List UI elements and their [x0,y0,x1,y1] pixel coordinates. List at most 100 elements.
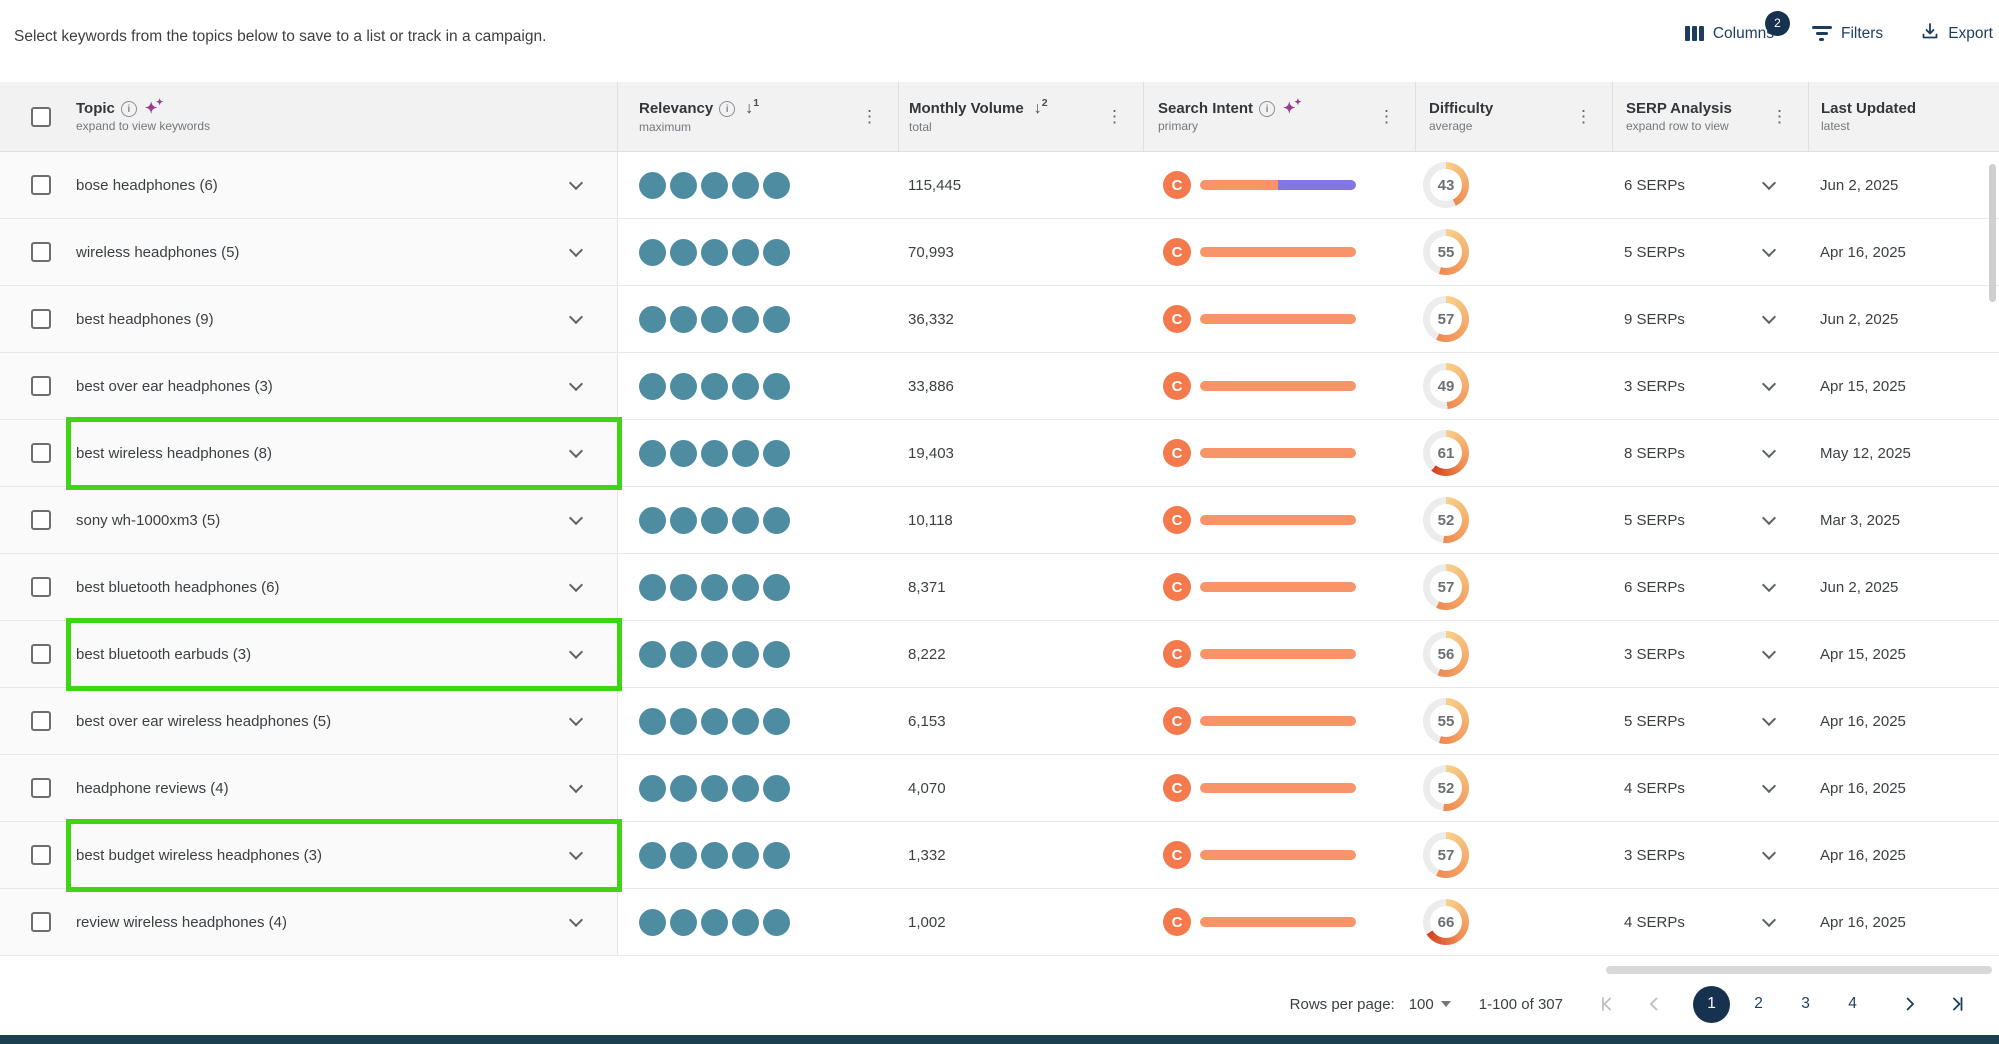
topic-cell[interactable]: best budget wireless headphones (3) [64,822,617,888]
expand-chevron-down-icon[interactable] [1762,577,1776,591]
row-checkbox[interactable] [31,711,51,731]
row-checkbox[interactable] [31,845,51,865]
last-page-button[interactable] [1949,995,1967,1013]
table-row: review wireless headphones (4) 1,002 C 6… [0,889,1999,956]
serp-analysis-cell[interactable]: 5 SERPs [1612,219,1808,285]
expand-chevron-down-icon[interactable] [1762,242,1776,256]
serp-analysis-cell[interactable]: 5 SERPs [1612,688,1808,754]
row-checkbox[interactable] [31,309,51,329]
next-page-button[interactable] [1901,995,1919,1013]
info-icon[interactable]: i [1259,101,1275,117]
expand-chevron-down-icon[interactable] [1762,175,1776,189]
sort-indicator-desc[interactable]: ↓2 [1034,100,1048,118]
serp-analysis-cell[interactable]: 3 SERPs [1612,353,1808,419]
row-checkbox[interactable] [31,510,51,530]
expand-chevron-down-icon[interactable] [1762,644,1776,658]
topic-cell[interactable]: wireless headphones (5) [64,219,617,285]
column-header-relevancy[interactable]: Relevancy i ↓1 maximum ⋮ [617,82,898,151]
column-header-difficulty[interactable]: Difficulty average ⋮ [1415,82,1612,151]
row-checkbox[interactable] [31,175,51,195]
row-checkbox[interactable] [31,443,51,463]
expand-chevron-down-icon[interactable] [569,644,583,658]
info-icon[interactable]: i [719,101,735,117]
row-checkbox[interactable] [31,242,51,262]
topic-cell[interactable]: headphone reviews (4) [64,755,617,821]
relevancy-cell [617,286,898,352]
row-checkbox[interactable] [31,577,51,597]
serp-analysis-cell[interactable]: 6 SERPs [1612,152,1808,218]
expand-chevron-down-icon[interactable] [569,175,583,189]
expand-chevron-down-icon[interactable] [1762,711,1776,725]
page-4-button[interactable]: 4 [1834,986,1871,1023]
page-3-button[interactable]: 3 [1787,986,1824,1023]
serp-analysis-cell[interactable]: 5 SERPs [1612,487,1808,553]
row-checkbox[interactable] [31,376,51,396]
row-checkbox[interactable] [31,644,51,664]
expand-chevron-down-icon[interactable] [569,510,583,524]
column-header-last-updated[interactable]: Last Updated latest [1808,82,1999,151]
first-page-button[interactable] [1597,995,1615,1013]
column-header-serp-analysis[interactable]: SERP Analysis expand row to view ⋮ [1612,82,1808,151]
serp-analysis-cell[interactable]: 8 SERPs [1612,420,1808,486]
topic-cell[interactable]: best bluetooth earbuds (3) [64,621,617,687]
expand-chevron-down-icon[interactable] [569,577,583,591]
expand-chevron-down-icon[interactable] [1762,443,1776,457]
expand-chevron-down-icon[interactable] [1762,912,1776,926]
topic-cell[interactable]: bose headphones (6) [64,152,617,218]
expand-chevron-down-icon[interactable] [569,309,583,323]
serp-analysis-cell[interactable]: 3 SERPs [1612,621,1808,687]
horizontal-scrollbar[interactable] [1606,966,1992,974]
page-1-button[interactable]: 1 [1693,986,1730,1023]
topic-cell[interactable]: best wireless headphones (8) [64,420,617,486]
page-2-button[interactable]: 2 [1740,986,1777,1023]
serp-analysis-cell[interactable]: 9 SERPs [1612,286,1808,352]
expand-chevron-down-icon[interactable] [569,443,583,457]
expand-chevron-down-icon[interactable] [1762,309,1776,323]
column-menu-kebab-icon[interactable]: ⋮ [1575,108,1592,125]
topic-cell[interactable]: best bluetooth headphones (6) [64,554,617,620]
topic-label: best bluetooth earbuds (3) [76,646,251,663]
column-menu-kebab-icon[interactable]: ⋮ [861,108,878,125]
info-icon[interactable]: i [121,101,137,117]
expand-chevron-down-icon[interactable] [1762,376,1776,390]
intent-distribution-bar [1200,917,1356,927]
sort-indicator-desc[interactable]: ↓1 [745,100,759,118]
expand-chevron-down-icon[interactable] [569,912,583,926]
expand-chevron-down-icon[interactable] [569,845,583,859]
column-header-monthly-volume[interactable]: Monthly Volume ↓2 total ⋮ [898,82,1143,151]
row-checkbox[interactable] [31,778,51,798]
serp-analysis-cell[interactable]: 4 SERPs [1612,889,1808,955]
expand-chevron-down-icon[interactable] [569,376,583,390]
column-menu-kebab-icon[interactable]: ⋮ [1771,108,1788,125]
expand-chevron-down-icon[interactable] [569,711,583,725]
difficulty-value: 43 [1430,169,1462,201]
export-button[interactable]: Export [1921,22,1993,45]
serp-analysis-cell[interactable]: 4 SERPs [1612,755,1808,821]
expand-chevron-down-icon[interactable] [1762,510,1776,524]
serp-analysis-cell[interactable]: 6 SERPs [1612,554,1808,620]
serp-count-label: 9 SERPs [1624,311,1685,328]
serp-analysis-cell[interactable]: 3 SERPs [1612,822,1808,888]
column-header-search-intent[interactable]: Search Intent i ✦ primary ⋮ [1143,82,1415,151]
column-menu-kebab-icon[interactable]: ⋮ [1106,108,1123,125]
column-header-topic[interactable]: Topic i ✦ expand to view keywords [64,82,617,151]
row-checkbox-cell [0,152,64,218]
previous-page-button[interactable] [1645,995,1663,1013]
expand-chevron-down-icon[interactable] [1762,778,1776,792]
filters-button[interactable]: Filters [1812,25,1883,43]
expand-chevron-down-icon[interactable] [569,242,583,256]
topic-cell[interactable]: sony wh-1000xm3 (5) [64,487,617,553]
topic-cell[interactable]: best headphones (9) [64,286,617,352]
vertical-scrollbar[interactable] [1989,164,1996,302]
last-updated-value: Jun 2, 2025 [1820,177,1898,194]
rows-per-page-select[interactable]: 100 [1409,996,1451,1013]
topic-cell[interactable]: best over ear headphones (3) [64,353,617,419]
columns-button[interactable]: Columns 2 [1685,25,1774,43]
topic-cell[interactable]: best over ear wireless headphones (5) [64,688,617,754]
expand-chevron-down-icon[interactable] [1762,845,1776,859]
row-checkbox[interactable] [31,912,51,932]
select-all-checkbox[interactable] [31,107,51,127]
expand-chevron-down-icon[interactable] [569,778,583,792]
topic-cell[interactable]: review wireless headphones (4) [64,889,617,955]
column-menu-kebab-icon[interactable]: ⋮ [1378,108,1395,125]
